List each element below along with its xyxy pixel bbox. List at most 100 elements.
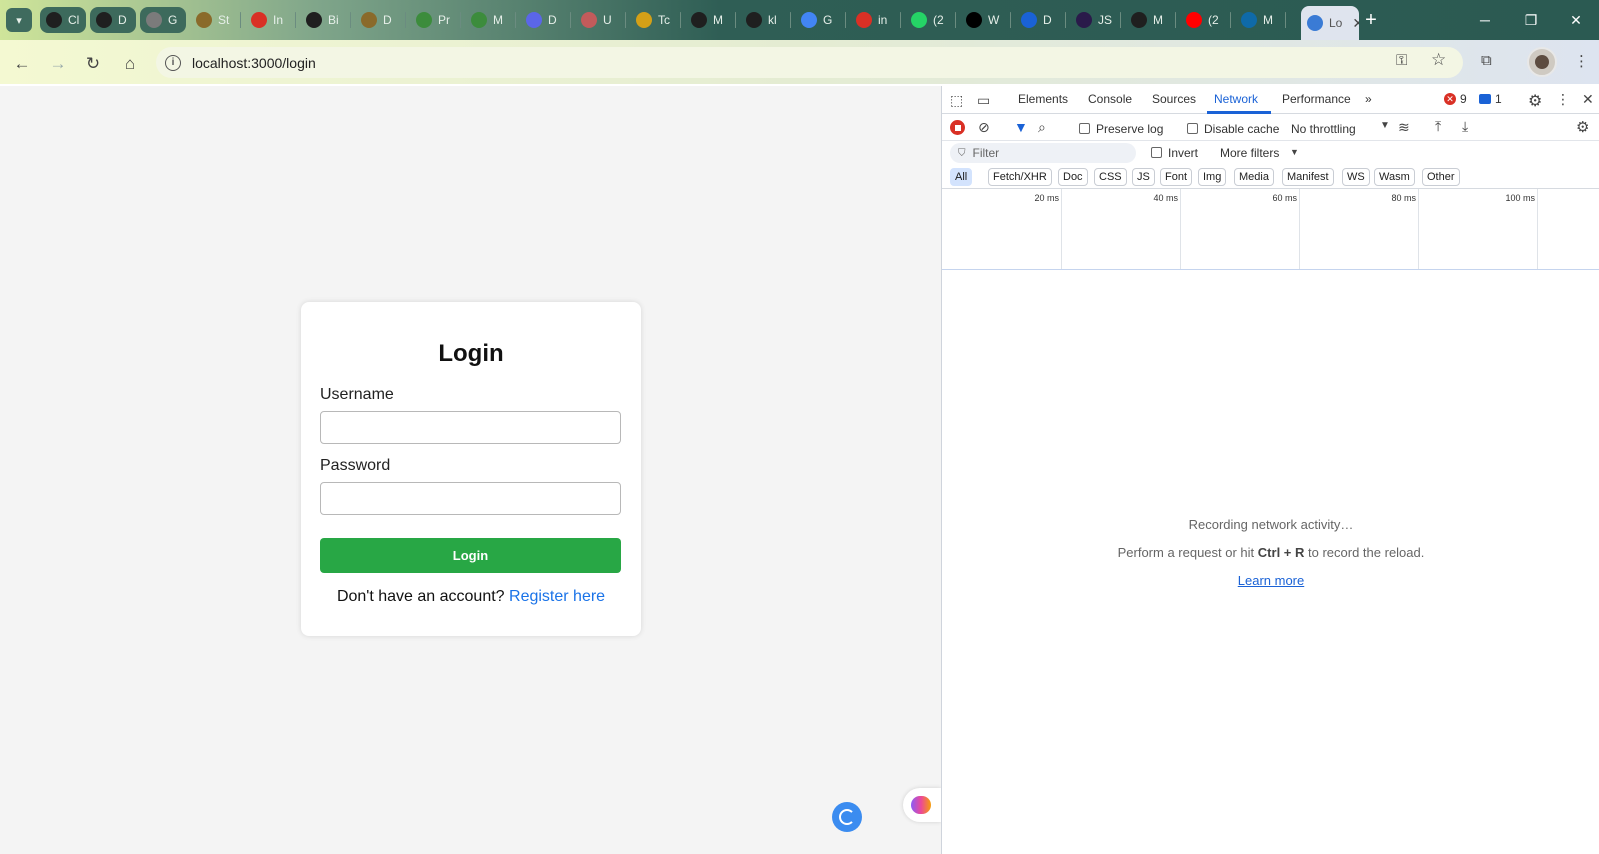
browser-tab[interactable]: In [245, 6, 296, 34]
filter-chip-all[interactable]: All [950, 168, 973, 186]
browser-tab[interactable]: M [1235, 6, 1286, 34]
password-input[interactable] [320, 482, 621, 515]
message-count-badge[interactable]: 1 [1479, 92, 1502, 106]
filter-chip-css[interactable]: CSS [1094, 168, 1127, 186]
browser-tab-label: G [823, 13, 833, 27]
password-key-icon[interactable]: ⚿ [1396, 52, 1407, 69]
browser-tab[interactable]: M [465, 6, 516, 34]
medium-icon [966, 12, 982, 28]
export-har-icon[interactable]: ⤓ [1462, 118, 1468, 135]
filter-chip-doc[interactable]: Doc [1058, 168, 1088, 186]
settings-gear-icon[interactable]: ⚙ [1528, 91, 1542, 111]
menu-dots-icon[interactable]: ⋮ [1574, 52, 1589, 70]
tab-separator [1230, 12, 1231, 28]
register-link[interactable]: Register here [509, 588, 605, 605]
more-tabs-button[interactable]: » [1365, 92, 1372, 106]
assistant-fab-icon[interactable] [832, 802, 862, 832]
filter-chip-fetchxhr[interactable]: Fetch/XHR [988, 168, 1052, 186]
preserve-log-checkbox[interactable] [1079, 123, 1090, 134]
bookmark-star-icon[interactable]: ☆ [1431, 50, 1446, 70]
browser-tab[interactable]: M [1125, 6, 1176, 34]
home-button[interactable]: ⌂ [116, 50, 144, 78]
password-label: Password [320, 457, 391, 474]
browser-tab[interactable]: D [1015, 6, 1066, 34]
inspect-element-icon[interactable]: ⬚ [950, 92, 963, 109]
browser-tab[interactable]: M [685, 6, 736, 34]
filter-funnel-icon[interactable]: ▼ [1014, 119, 1028, 135]
tab-performance[interactable]: Performance [1282, 92, 1351, 106]
more-filters-button[interactable]: More filters [1220, 146, 1279, 160]
tab-elements[interactable]: Elements [1018, 92, 1068, 106]
browser-tab[interactable]: in [850, 6, 901, 34]
extensions-icon[interactable]: ⧉ [1481, 52, 1492, 69]
invert-checkbox[interactable] [1151, 147, 1162, 158]
browser-tab[interactable]: Pr [410, 6, 461, 34]
browser-tab[interactable]: Bi [300, 6, 351, 34]
filter-chip-img[interactable]: Img [1198, 168, 1227, 186]
chevron-down-icon[interactable]: ▼ [1380, 120, 1390, 131]
browser-tab[interactable]: kl [740, 6, 791, 34]
tab-search-button[interactable]: ▾ [6, 8, 32, 32]
restore-button[interactable]: ❐ [1508, 0, 1554, 40]
clear-icon[interactable]: ⊘ [978, 119, 990, 136]
site-info-icon[interactable]: i [165, 54, 181, 71]
more-filters-caret-icon[interactable]: ▼ [1290, 147, 1299, 157]
browser-tab[interactable]: U [575, 6, 626, 34]
tab-sources[interactable]: Sources [1152, 92, 1196, 106]
browser-tab[interactable]: G [140, 7, 186, 33]
back-button[interactable]: ← [8, 50, 36, 78]
filter-input[interactable]: ⛉ Filter [950, 143, 1136, 163]
devtools-menu-icon[interactable]: ⋮ [1556, 91, 1570, 108]
profile-avatar[interactable] [1527, 47, 1557, 77]
learn-more-link[interactable]: Learn more [1238, 573, 1304, 588]
filter-chip-js[interactable]: JS [1132, 168, 1155, 186]
reload-button[interactable]: ↻ [79, 50, 107, 78]
record-stop-icon[interactable] [950, 120, 965, 135]
browser-tab[interactable]: W [960, 6, 1011, 34]
device-toolbar-icon[interactable]: ▭ [977, 92, 990, 109]
network-conditions-icon[interactable]: ≋ [1398, 119, 1410, 136]
browser-tab[interactable]: JS [1070, 6, 1121, 34]
tab-active[interactable]: Lo ✕ [1301, 6, 1359, 40]
filter-chip-wasm[interactable]: Wasm [1374, 168, 1415, 186]
tab-separator [900, 12, 901, 28]
filter-chip-other[interactable]: Other [1422, 168, 1460, 186]
minimize-button[interactable]: ─ [1462, 0, 1508, 40]
username-input[interactable] [320, 411, 621, 444]
import-har-icon[interactable]: ⤒ [1435, 118, 1441, 135]
new-tab-button[interactable]: + [1359, 8, 1383, 32]
address-bar[interactable]: i localhost:3000/login [156, 47, 1463, 78]
tab-separator [515, 12, 516, 28]
browser-tab[interactable]: G [795, 6, 846, 34]
login-button[interactable]: Login [320, 538, 621, 573]
tab-separator [1120, 12, 1121, 28]
browser-tab-label: (2 [1208, 13, 1219, 27]
disable-cache-checkbox[interactable] [1187, 123, 1198, 134]
close-devtools-icon[interactable]: ✕ [1582, 91, 1594, 108]
tab-close-icon[interactable]: ✕ [1352, 15, 1359, 32]
filter-chip-manifest[interactable]: Manifest [1282, 168, 1334, 186]
tab-console[interactable]: Console [1088, 92, 1132, 106]
browser-tab[interactable]: Tc [630, 6, 681, 34]
close-window-button[interactable]: ✕ [1553, 0, 1599, 40]
tab-network[interactable]: Network [1214, 92, 1258, 106]
browser-tab[interactable]: St [190, 6, 241, 34]
browser-tab[interactable]: D [520, 6, 571, 34]
filter-chip-media[interactable]: Media [1234, 168, 1274, 186]
browser-tab[interactable]: Cl [40, 7, 86, 33]
google-icon [801, 12, 817, 28]
filter-chip-ws[interactable]: WS [1342, 168, 1370, 186]
browser-tab[interactable]: D [90, 7, 136, 33]
browser-tab-label: M [1263, 13, 1273, 27]
browser-tab[interactable]: (2 [1180, 6, 1231, 34]
browser-tab[interactable]: D [355, 6, 406, 34]
throttling-select[interactable]: No throttling [1291, 122, 1356, 136]
filter-chip-font[interactable]: Font [1160, 168, 1193, 186]
reload-hint: Perform a request or hit Ctrl + R to rec… [942, 545, 1599, 560]
network-settings-gear-icon[interactable]: ⚙ [1576, 118, 1589, 136]
error-count-badge[interactable]: ✕ 9 [1444, 92, 1467, 106]
ai-brain-icon[interactable] [903, 788, 941, 822]
browser-tab[interactable]: (2 [905, 6, 956, 34]
search-icon[interactable]: ⌕ [1038, 119, 1046, 136]
forward-button[interactable]: → [44, 50, 72, 78]
